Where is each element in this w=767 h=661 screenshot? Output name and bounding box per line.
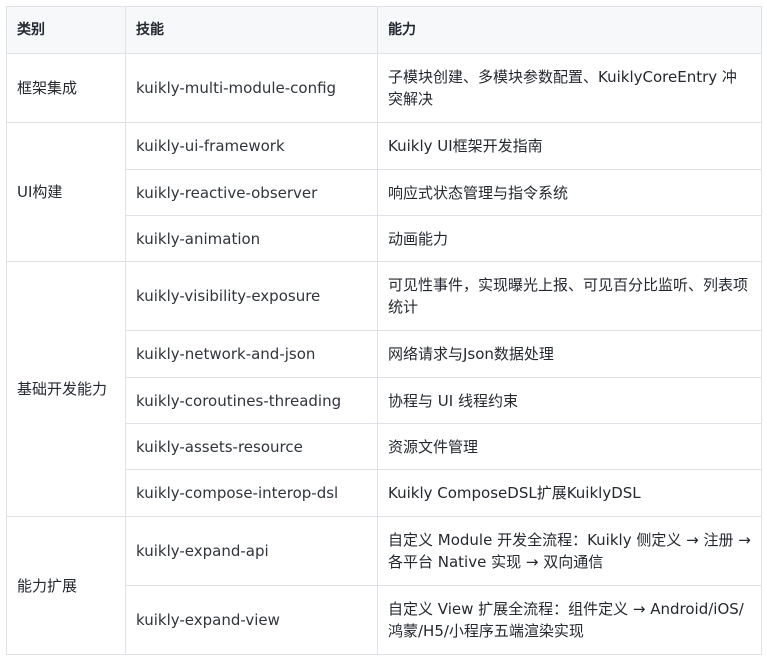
capability-cell: 子模块创建、多模块参数配置、KuiklyCoreEntry 冲突解决: [377, 53, 762, 123]
capability-cell: 网络请求与Json数据处理: [377, 330, 762, 378]
skills-table-container: 类别 技能 能力 框架集成 kuikly-multi-module-config…: [6, 6, 762, 655]
table-header-row: 类别 技能 能力: [6, 6, 762, 54]
capability-cell: 自定义 Module 开发全流程：Kuikly 侧定义 → 注册 → 各平台 N…: [377, 516, 762, 586]
category-cell: 基础开发能力: [6, 261, 126, 517]
capability-cell: Kuikly UI框架开发指南: [377, 122, 762, 170]
skill-cell: kuikly-animation: [125, 215, 378, 262]
capability-cell: 协程与 UI 线程约束: [377, 377, 762, 424]
skill-cell: kuikly-network-and-json: [125, 330, 378, 378]
skill-cell: kuikly-expand-view: [125, 585, 378, 655]
capability-cell: 动画能力: [377, 215, 762, 262]
header-skill: 技能: [125, 6, 378, 54]
category-cell: 能力扩展: [6, 516, 126, 655]
skill-cell: kuikly-multi-module-config: [125, 53, 378, 123]
category-cell: 框架集成: [6, 53, 126, 123]
table-row: 能力扩展 kuikly-expand-api 自定义 Module 开发全流程：…: [6, 516, 762, 655]
skills-table: 类别 技能 能力 框架集成 kuikly-multi-module-config…: [6, 6, 762, 655]
capability-cell: 自定义 View 扩展全流程：组件定义 → Android/iOS/鸿蒙/H5/…: [377, 585, 762, 655]
skill-cell: kuikly-compose-interop-dsl: [125, 469, 378, 517]
header-category: 类别: [6, 6, 126, 54]
skill-cell: kuikly-expand-api: [125, 516, 378, 586]
skill-cell: kuikly-ui-framework: [125, 122, 378, 170]
skill-cell: kuikly-reactive-observer: [125, 169, 378, 216]
capability-cell: 资源文件管理: [377, 423, 762, 470]
table-row: 框架集成 kuikly-multi-module-config 子模块创建、多模…: [6, 53, 762, 123]
capability-cell: Kuikly ComposeDSL扩展KuiklyDSL: [377, 469, 762, 517]
skill-cell: kuikly-coroutines-threading: [125, 377, 378, 424]
capability-cell: 响应式状态管理与指令系统: [377, 169, 762, 216]
capability-cell: 可见性事件，实现曝光上报、可见百分比监听、列表项统计: [377, 261, 762, 331]
table-row: UI构建 kuikly-ui-framework Kuikly UI框架开发指南: [6, 122, 762, 262]
table-row: 基础开发能力 kuikly-visibility-exposure 可见性事件，…: [6, 261, 762, 517]
header-capability: 能力: [377, 6, 762, 54]
skill-cell: kuikly-assets-resource: [125, 423, 378, 470]
category-cell: UI构建: [6, 122, 126, 262]
skill-cell: kuikly-visibility-exposure: [125, 261, 378, 331]
